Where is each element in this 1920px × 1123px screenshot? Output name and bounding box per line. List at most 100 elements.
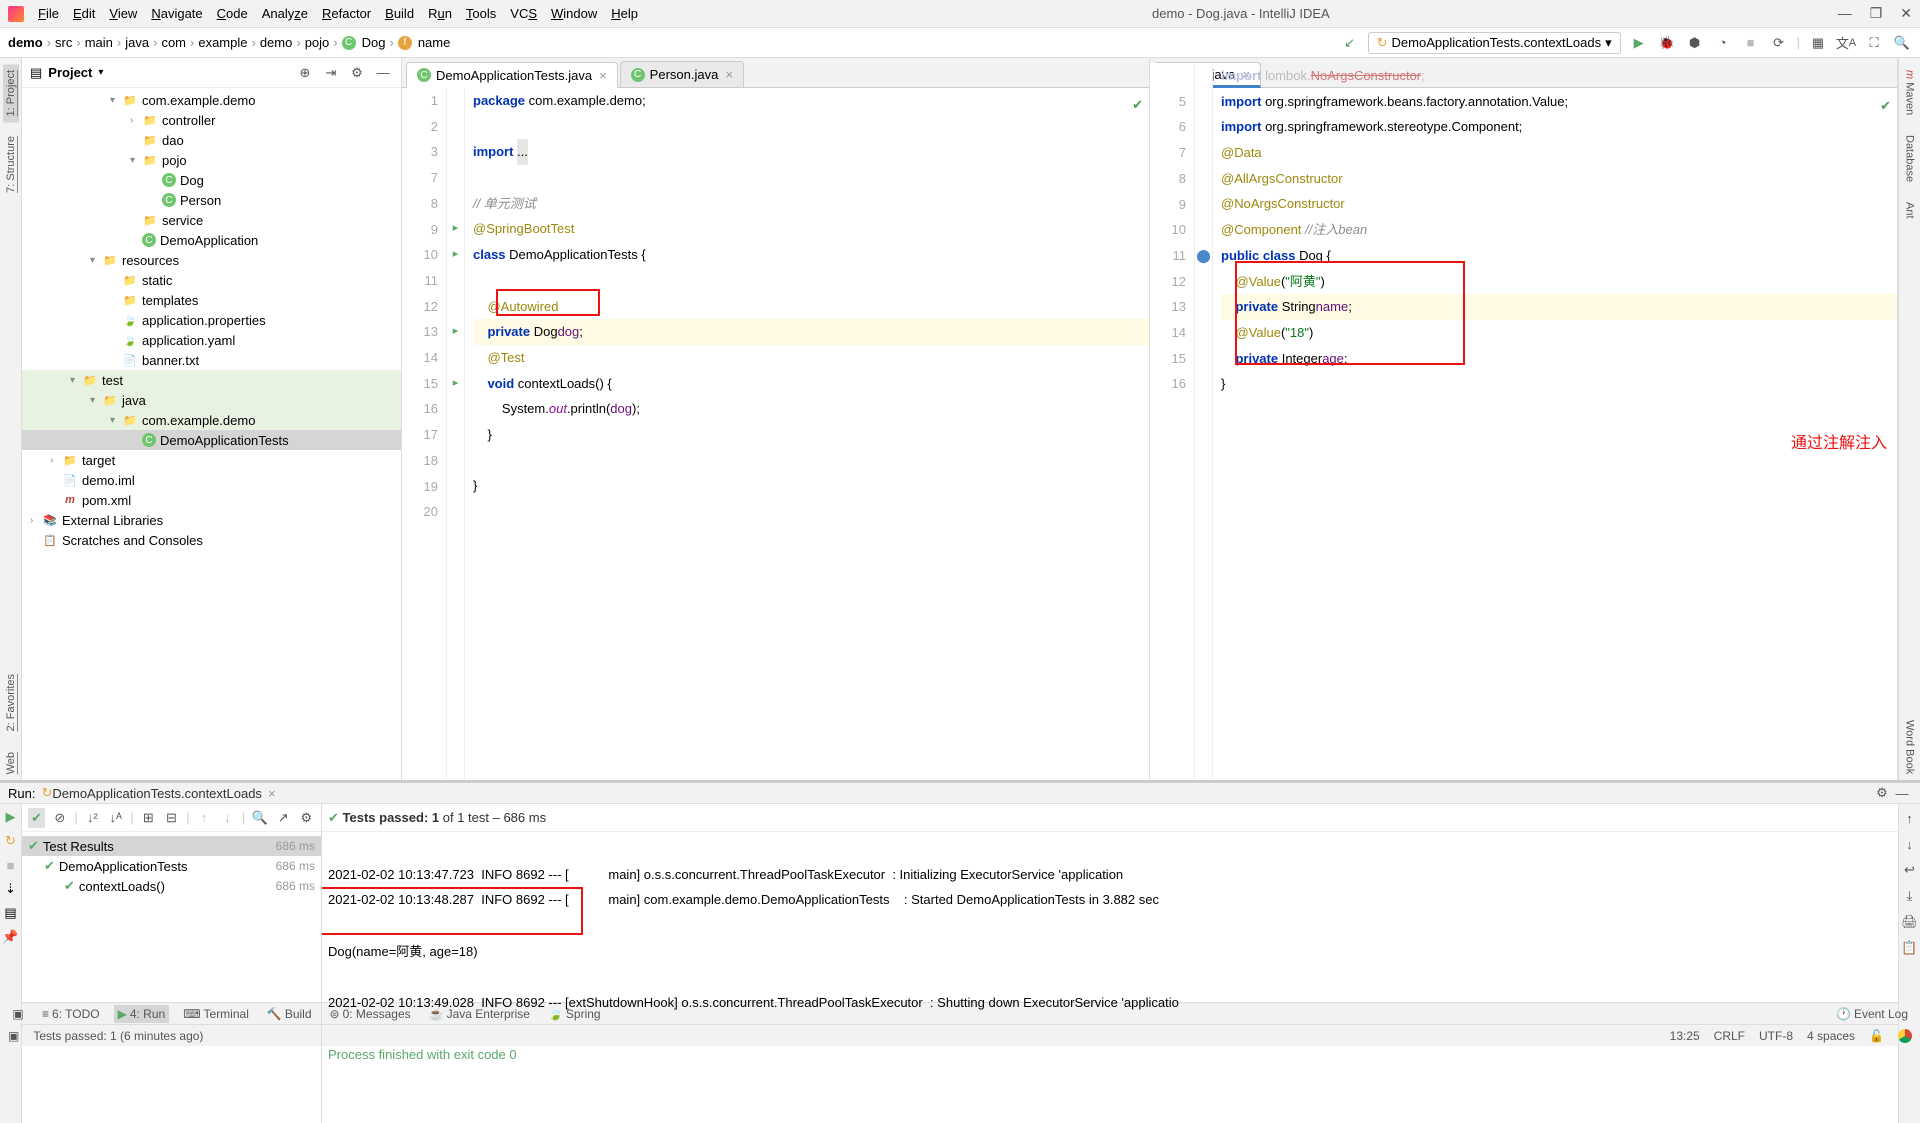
layout-button[interactable]: ▤ bbox=[2, 904, 20, 922]
tool-todo-tab[interactable]: ≡6: TODO bbox=[38, 1005, 104, 1023]
expand-button[interactable]: ⛶ bbox=[1864, 33, 1884, 53]
menu-analyze[interactable]: Analyze bbox=[256, 4, 314, 23]
menu-refactor[interactable]: Refactor bbox=[316, 4, 377, 23]
menu-file[interactable]: File bbox=[32, 4, 65, 23]
tree-pkg[interactable]: com.example.demo bbox=[142, 93, 255, 108]
tree-resources[interactable]: resources bbox=[122, 253, 179, 268]
debug-button[interactable]: 🐞 bbox=[1657, 33, 1677, 53]
clear-button[interactable]: 📋 bbox=[1900, 938, 1920, 958]
tree-testjava[interactable]: java bbox=[122, 393, 146, 408]
code-editor-right[interactable]: ✔ 5678910111213141516 ⬤ import lombok.No… bbox=[1150, 63, 1897, 780]
sort2-button[interactable]: ↓ᴬ bbox=[107, 808, 124, 828]
tool-wordbook-tab[interactable]: Word Book bbox=[1902, 714, 1918, 780]
tool-structure-tab[interactable]: 7: Structure bbox=[3, 130, 19, 199]
minimize-icon[interactable]: — bbox=[1838, 5, 1852, 22]
menu-vcs[interactable]: VCS bbox=[504, 4, 543, 23]
history-button[interactable]: 🔍 bbox=[251, 808, 268, 828]
next-button[interactable]: ↓ bbox=[219, 808, 236, 828]
crumb-dog[interactable]: Dog bbox=[362, 35, 386, 50]
back-icon[interactable]: ↙ bbox=[1340, 33, 1360, 53]
print-button[interactable]: 🖨 bbox=[1900, 912, 1920, 932]
tree-test[interactable]: test bbox=[102, 373, 123, 388]
run-gutter[interactable]: ▸▸ ▸▸ bbox=[447, 88, 465, 780]
chrome-icon[interactable] bbox=[1898, 1029, 1912, 1043]
close-tab-icon[interactable]: × bbox=[599, 68, 607, 83]
scroll-button[interactable]: ⤓ bbox=[1900, 886, 1920, 906]
structure-button[interactable]: ▦ bbox=[1808, 33, 1828, 53]
dump-button[interactable]: ⇣ bbox=[2, 880, 20, 898]
prev-button[interactable]: ↑ bbox=[195, 808, 212, 828]
update-button[interactable]: ⟳ bbox=[1769, 33, 1789, 53]
tree-service[interactable]: service bbox=[162, 213, 203, 228]
tool-ant-tab[interactable]: Ant bbox=[1902, 196, 1918, 225]
tree-dao[interactable]: dao bbox=[162, 133, 184, 148]
search-button[interactable]: 🔍 bbox=[1892, 33, 1912, 53]
tree-scratch[interactable]: Scratches and Consoles bbox=[62, 533, 203, 548]
toolwindow-button[interactable]: ▣ bbox=[8, 1004, 28, 1024]
crumb-com[interactable]: com bbox=[161, 35, 186, 50]
menu-edit[interactable]: Edit bbox=[67, 4, 101, 23]
stop-button[interactable]: ■ bbox=[2, 856, 20, 874]
close-run-tab-icon[interactable]: × bbox=[268, 786, 276, 801]
coverage-button[interactable]: ⬢ bbox=[1685, 33, 1705, 53]
project-combo-icon[interactable]: ▤ bbox=[30, 65, 42, 81]
menu-view[interactable]: View bbox=[103, 4, 143, 23]
locate-icon[interactable]: ⊕ bbox=[295, 63, 315, 83]
tool-terminal-tab[interactable]: ⌨Terminal bbox=[179, 1005, 253, 1023]
crumb-pojo[interactable]: pojo bbox=[305, 35, 330, 50]
tool-project-tab[interactable]: 1: Project bbox=[3, 64, 19, 122]
stop-button[interactable]: ■ bbox=[1741, 33, 1761, 53]
test-tree[interactable]: ✔Test Results686 ms ✔DemoApplicationTest… bbox=[22, 832, 321, 1123]
status-icon[interactable]: ▣ bbox=[8, 1029, 19, 1043]
tree-templates[interactable]: templates bbox=[142, 293, 198, 308]
down-button[interactable]: ↓ bbox=[1900, 834, 1920, 854]
tree-props[interactable]: application.properties bbox=[142, 313, 266, 328]
project-title[interactable]: Project bbox=[48, 65, 92, 80]
crumb-example[interactable]: example bbox=[198, 35, 247, 50]
menu-code[interactable]: Code bbox=[211, 4, 254, 23]
test-method-node[interactable]: contextLoads() bbox=[79, 879, 165, 894]
tree-pom[interactable]: pom.xml bbox=[82, 493, 131, 508]
sort-button[interactable]: ↓² bbox=[84, 808, 101, 828]
test-results-node[interactable]: Test Results bbox=[43, 839, 114, 854]
settings-icon[interactable]: ⚙ bbox=[347, 63, 367, 83]
run-settings-icon[interactable]: ⚙ bbox=[1872, 783, 1892, 803]
translate-button[interactable]: 文A bbox=[1836, 33, 1856, 53]
menu-build[interactable]: Build bbox=[379, 4, 420, 23]
more-button[interactable]: ⚙ bbox=[298, 808, 315, 828]
code-editor-left[interactable]: ✔ 1237891011121314151617181920 ▸▸ ▸▸ pac… bbox=[402, 88, 1149, 780]
crumb-name[interactable]: name bbox=[418, 35, 451, 50]
tree-pojo[interactable]: pojo bbox=[162, 153, 187, 168]
tool-build-tab[interactable]: 🔨Build bbox=[263, 1005, 316, 1023]
export-button[interactable]: ↗ bbox=[275, 808, 292, 828]
crumb-demo[interactable]: demo bbox=[260, 35, 293, 50]
tool-database-tab[interactable]: Database bbox=[1902, 129, 1918, 188]
test-class-node[interactable]: DemoApplicationTests bbox=[59, 859, 188, 874]
menu-tools[interactable]: Tools bbox=[460, 4, 502, 23]
tab-person[interactable]: CPerson.java× bbox=[620, 61, 744, 87]
crumb-java[interactable]: java bbox=[125, 35, 149, 50]
close-tab-icon[interactable]: × bbox=[725, 67, 733, 82]
tool-maven-tab[interactable]: m Maven bbox=[1902, 64, 1918, 121]
crumb-project[interactable]: demo bbox=[8, 35, 43, 50]
crumb-main[interactable]: main bbox=[85, 35, 113, 50]
tree-tests[interactable]: DemoApplicationTests bbox=[160, 433, 289, 448]
show-passed-button[interactable]: ✔ bbox=[28, 808, 45, 828]
up-button[interactable]: ↑ bbox=[1900, 808, 1920, 828]
show-ignored-button[interactable]: ⊘ bbox=[51, 808, 68, 828]
maximize-icon[interactable]: ❐ bbox=[1870, 5, 1883, 22]
run-hide-icon[interactable]: — bbox=[1892, 783, 1912, 803]
tree-banner[interactable]: banner.txt bbox=[142, 353, 199, 368]
tree-testpkg[interactable]: com.example.demo bbox=[142, 413, 255, 428]
menu-navigate[interactable]: Navigate bbox=[145, 4, 208, 23]
pin-button[interactable]: 📌 bbox=[2, 928, 20, 946]
tree-static[interactable]: static bbox=[142, 273, 172, 288]
tree-app[interactable]: DemoApplication bbox=[160, 233, 258, 248]
crumb-src[interactable]: src bbox=[55, 35, 72, 50]
tree-iml[interactable]: demo.iml bbox=[82, 473, 135, 488]
tool-web-tab[interactable]: Web bbox=[3, 746, 19, 780]
tool-run-tab[interactable]: ▶4: Run bbox=[114, 1005, 170, 1023]
tree-controller[interactable]: controller bbox=[162, 113, 215, 128]
menu-run[interactable]: Run bbox=[422, 4, 458, 23]
console-output[interactable]: 2021-02-02 10:13:47.723 INFO 8692 --- [ … bbox=[322, 832, 1898, 1123]
